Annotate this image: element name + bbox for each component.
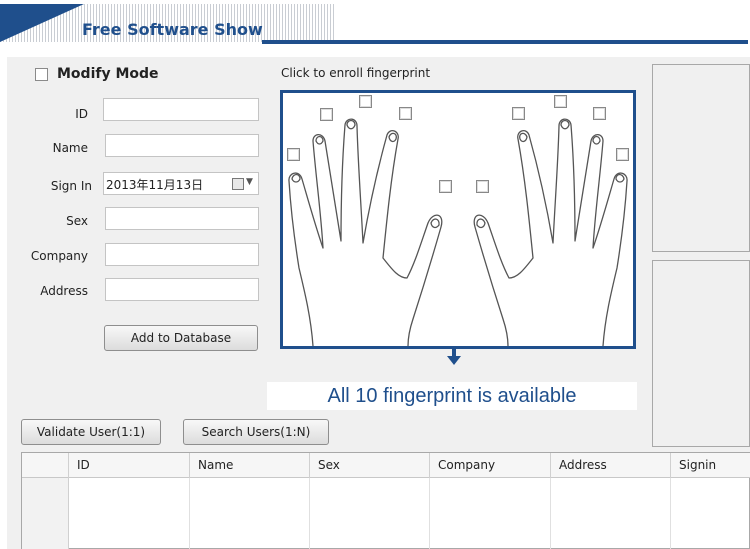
header-rule xyxy=(262,40,748,44)
fingerprint-image-panel xyxy=(652,64,750,252)
calendar-dropdown-button[interactable]: ▼ xyxy=(232,177,254,191)
column-header-company[interactable]: Company xyxy=(430,453,551,478)
validate-user-label: Validate User(1:1) xyxy=(36,425,146,439)
finger-right-pinky-checkbox[interactable] xyxy=(616,148,629,161)
users-table[interactable]: ID Name Sex Company Address Signin xyxy=(21,452,750,549)
table-header: ID Name Sex Company Address Signin xyxy=(22,453,750,478)
column-header-id[interactable]: ID xyxy=(69,453,190,478)
hands-outline-icon xyxy=(288,118,628,346)
add-to-database-button[interactable]: Add to Database xyxy=(104,325,258,351)
column-header-address[interactable]: Address xyxy=(551,453,671,478)
signin-date-picker[interactable]: 2013年11月13日 ▼ xyxy=(103,172,259,195)
name-field[interactable] xyxy=(105,134,259,157)
address-field[interactable] xyxy=(105,278,259,301)
header-title: Free Software Show xyxy=(82,20,263,39)
sex-field[interactable] xyxy=(105,207,259,230)
finger-right-middle-checkbox[interactable] xyxy=(554,95,567,108)
column-header-sex[interactable]: Sex xyxy=(310,453,430,478)
company-field[interactable] xyxy=(105,243,259,266)
column-header-name[interactable]: Name xyxy=(190,453,310,478)
id-label: ID xyxy=(75,107,88,121)
modify-mode-label: Modify Mode xyxy=(57,66,159,82)
fingerprint-hands-panel xyxy=(280,90,636,349)
table-column xyxy=(69,478,190,549)
table-column xyxy=(430,478,551,549)
availability-banner: All 10 fingerprint is available xyxy=(267,382,637,410)
search-users-label: Search Users(1:N) xyxy=(201,425,311,439)
signin-label: Sign In xyxy=(50,179,92,193)
banner-header: Free Software Show xyxy=(0,0,750,48)
table-column xyxy=(551,478,671,549)
id-field[interactable] xyxy=(103,98,259,121)
finger-left-thumb-checkbox[interactable] xyxy=(439,180,452,193)
table-column xyxy=(310,478,430,549)
finger-left-pinky-checkbox[interactable] xyxy=(287,148,300,161)
sex-label: Sex xyxy=(66,214,88,228)
finger-right-ring-checkbox[interactable] xyxy=(593,107,606,120)
finger-right-thumb-checkbox[interactable] xyxy=(476,180,489,193)
finger-left-index-checkbox[interactable] xyxy=(399,107,412,120)
arrow-down-icon xyxy=(447,348,461,365)
signin-date-value: 2013年11月13日 xyxy=(106,178,204,192)
calendar-icon xyxy=(232,178,244,190)
add-to-database-label: Add to Database xyxy=(130,331,232,345)
chevron-down-icon: ▼ xyxy=(246,177,253,187)
name-label: Name xyxy=(52,141,88,155)
app-window: Modify Mode ID Name Sign In 2013年11月13日 … xyxy=(7,57,750,549)
address-label: Address xyxy=(40,284,88,298)
modify-mode-checkbox[interactable] xyxy=(35,68,48,81)
finger-left-middle-checkbox[interactable] xyxy=(359,95,372,108)
table-column xyxy=(190,478,310,549)
column-header-signin[interactable]: Signin xyxy=(671,453,750,478)
photo-panel xyxy=(652,260,750,447)
validate-user-button[interactable]: Validate User(1:1) xyxy=(21,419,161,445)
finger-left-ring-checkbox[interactable] xyxy=(320,108,333,121)
company-label: Company xyxy=(30,249,88,263)
enroll-instruction: Click to enroll fingerprint xyxy=(281,66,431,80)
finger-right-index-checkbox[interactable] xyxy=(512,107,525,120)
corner-cell xyxy=(22,453,69,478)
search-users-button[interactable]: Search Users(1:N) xyxy=(183,419,329,445)
